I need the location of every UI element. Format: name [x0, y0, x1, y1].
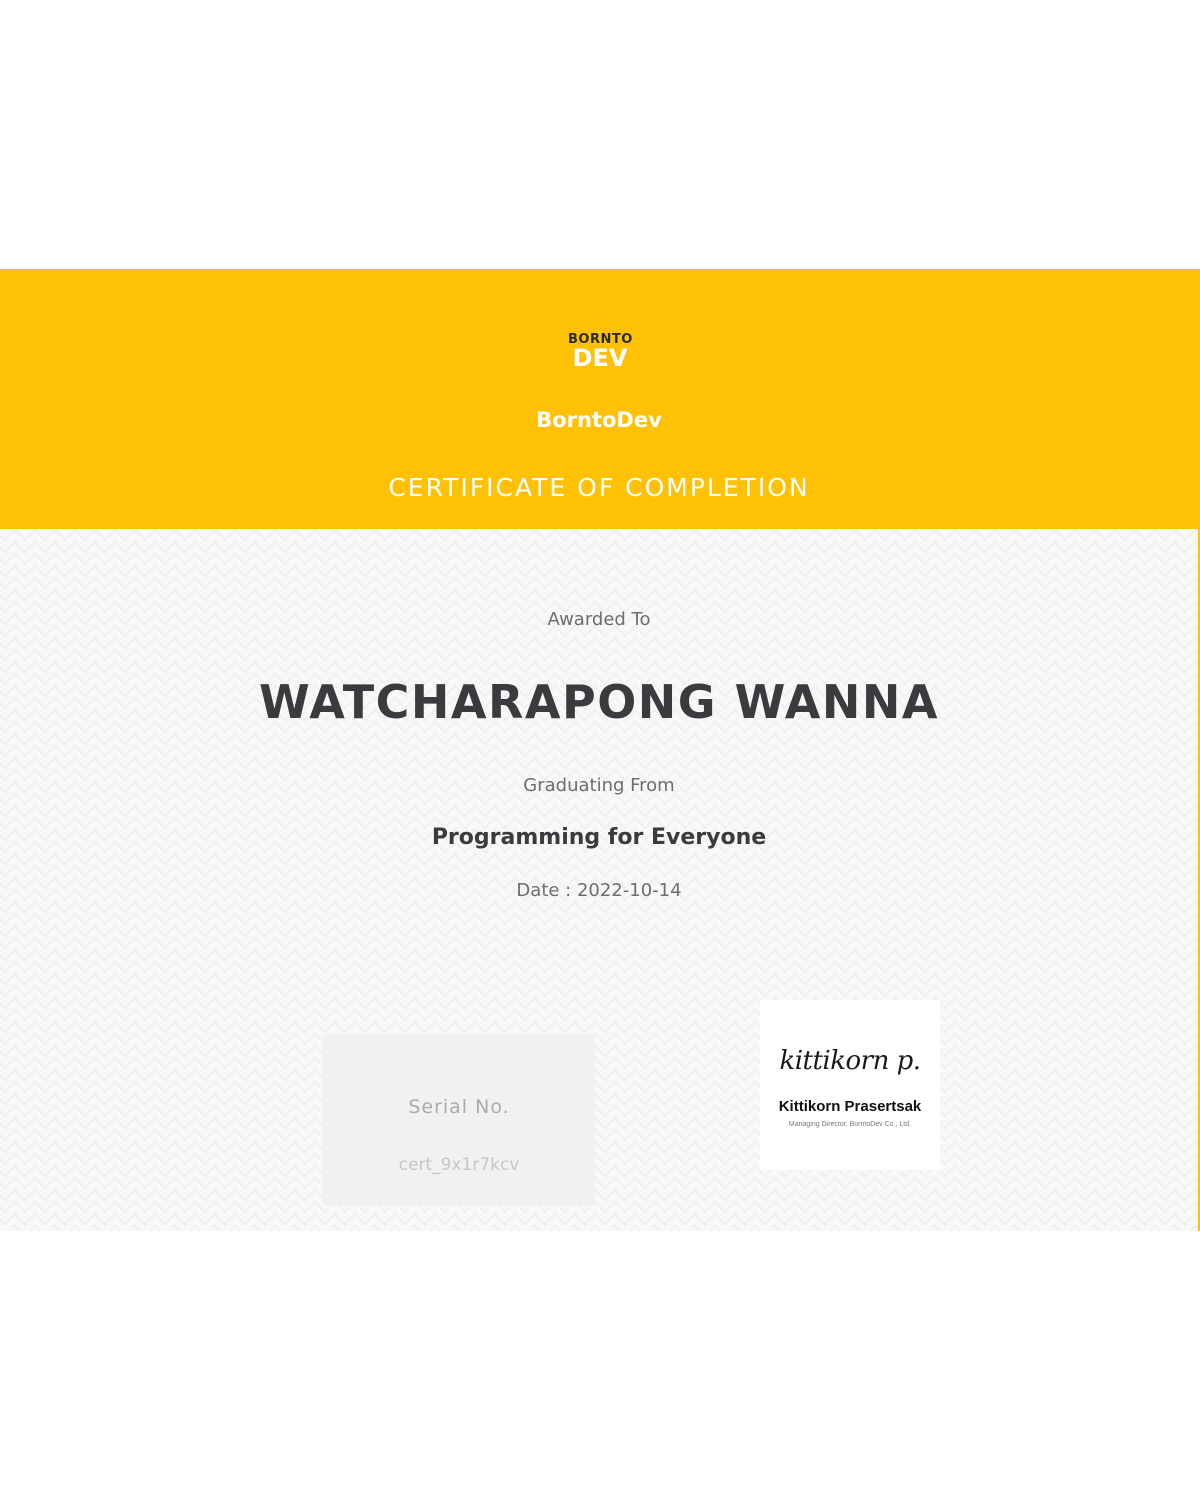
graduating-from-label: Graduating From: [523, 775, 675, 796]
logo-bottom-text: DEV: [572, 344, 628, 372]
handwritten-signature: kittikorn p.: [779, 1046, 921, 1076]
serial-number-value: cert_9x1r7kcv: [398, 1155, 520, 1175]
certificate-title: CERTIFICATE OF COMPLETION: [388, 473, 810, 502]
course-title: Programming for Everyone: [431, 825, 767, 850]
recipient-name: WATCHARAPONG WANNA: [259, 675, 939, 729]
signature-block: kittikorn p. Kittikorn Prasertsak Managi…: [760, 1000, 940, 1170]
awarded-to-label: Awarded To: [547, 609, 651, 630]
certificate-body: Awarded To WATCHARAPONG WANNA Graduating…: [0, 529, 1198, 1231]
borntodev-logo: BORNTO DEV: [568, 333, 632, 373]
serial-number-box: Serial No. cert_9x1r7kcv: [323, 1034, 595, 1206]
certificate: BORNTO DEV BorntoDev CERTIFICATE OF COMP…: [0, 269, 1200, 1231]
signatory-name: Kittikorn Prasertsak: [778, 1098, 922, 1115]
completion-date: Date : 2022-10-14: [516, 880, 682, 901]
organization-name: BorntoDev: [536, 408, 662, 432]
serial-number-label: Serial No.: [408, 1096, 510, 1118]
signatory-role: Managing Director, BorntoDev Co., Ltd.: [788, 1121, 912, 1128]
certificate-header: BORNTO DEV BorntoDev CERTIFICATE OF COMP…: [0, 269, 1198, 529]
